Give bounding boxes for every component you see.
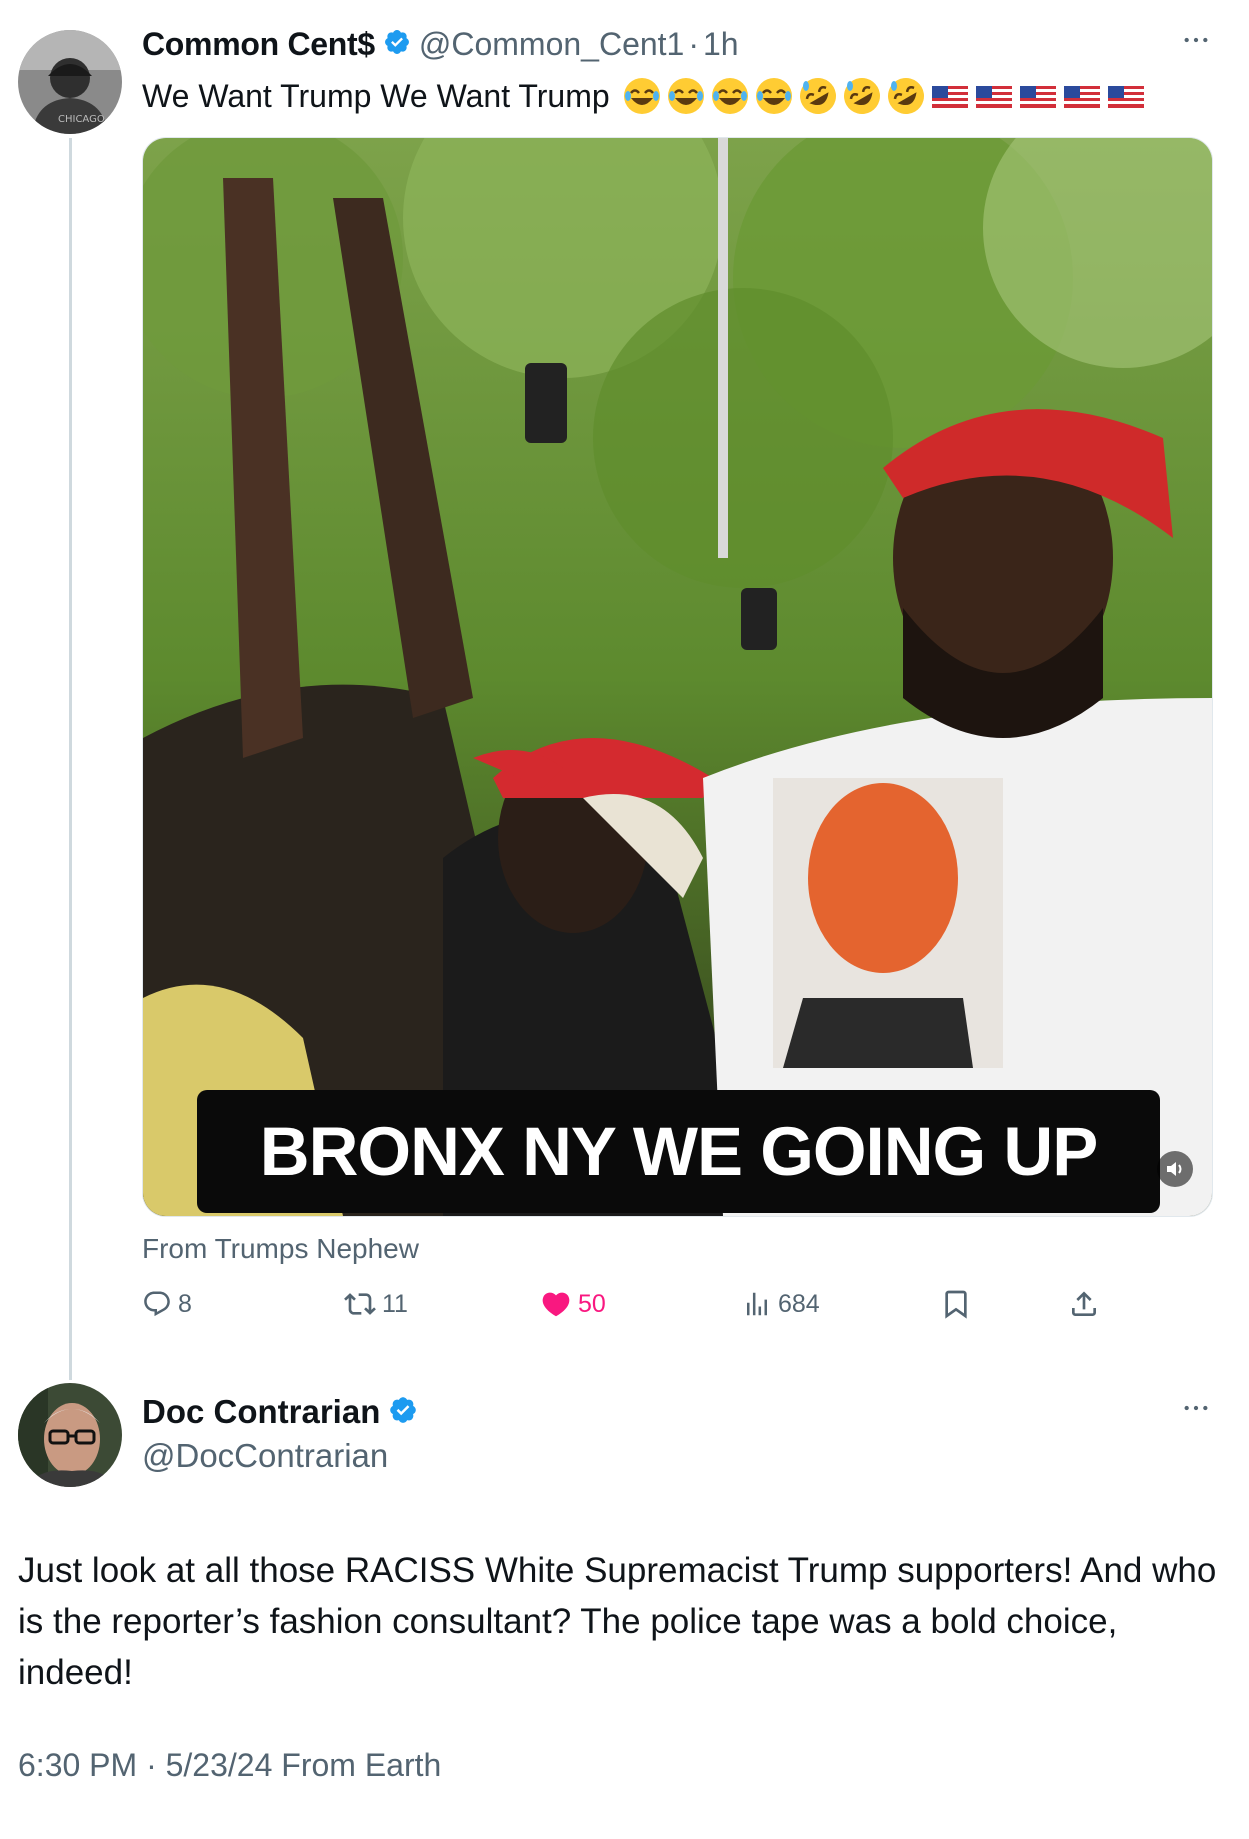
more-horizontal-icon xyxy=(1184,1405,1208,1411)
bookmark-button[interactable] xyxy=(940,1286,978,1322)
thread-connector-line xyxy=(69,138,72,1380)
separator-dot: · xyxy=(688,25,699,62)
post-time[interactable]: 1h xyxy=(703,26,739,63)
reply-timestamp[interactable]: 6:30 PM · 5/23/24 From Earth xyxy=(18,1747,441,1784)
joy-emoji-icon xyxy=(667,78,704,114)
repost-button[interactable]: 11 xyxy=(344,1286,408,1322)
reply-button[interactable]: 8 xyxy=(142,1286,192,1322)
joy-emoji-icon xyxy=(755,78,792,114)
joy-emoji-icon xyxy=(711,78,748,114)
views-icon xyxy=(747,1292,767,1316)
mute-button[interactable] xyxy=(1157,1151,1193,1187)
avatar-common-cent[interactable]: CHICAGO xyxy=(18,30,122,134)
tweet-text: We Want Trump We Want Trump xyxy=(142,78,610,114)
author-handle[interactable]: @Common_Cent1 xyxy=(419,26,684,63)
repost-count: 11 xyxy=(382,1289,408,1318)
us-flag-emoji-icon xyxy=(1107,86,1144,108)
share-icon xyxy=(1072,1291,1096,1316)
heart-icon xyxy=(542,1292,570,1317)
video-source-label[interactable]: From Trumps Nephew xyxy=(142,1233,419,1265)
rofl-emoji-icon xyxy=(799,78,836,114)
emoji-row xyxy=(620,76,1146,116)
video-frame-image xyxy=(143,138,1212,1216)
reply-count: 8 xyxy=(178,1289,192,1318)
reply-icon xyxy=(144,1291,170,1317)
joy-emoji-icon xyxy=(623,78,660,114)
like-button[interactable]: 50 xyxy=(540,1286,606,1322)
video-caption: BRONX NY WE GOING UP xyxy=(259,1113,1098,1190)
verified-badge-icon xyxy=(388,1395,418,1430)
like-count: 50 xyxy=(578,1289,606,1318)
us-flag-emoji-icon xyxy=(1019,86,1056,108)
author-name[interactable]: Common Cent$ xyxy=(142,26,375,63)
us-flag-emoji-icon xyxy=(975,86,1012,108)
bookmark-icon xyxy=(945,1290,967,1319)
svg-text:CHICAGO: CHICAGO xyxy=(58,114,105,125)
views-button[interactable]: 684 xyxy=(742,1286,820,1322)
us-flag-emoji-icon xyxy=(1063,86,1100,108)
repost-icon xyxy=(344,1293,376,1315)
us-flag-emoji-icon xyxy=(931,86,968,108)
avatar-doc-contrarian[interactable] xyxy=(18,1383,122,1487)
more-horizontal-icon xyxy=(1184,37,1208,43)
views-count: 684 xyxy=(778,1289,820,1318)
reply-more-options-button[interactable] xyxy=(1180,1392,1212,1432)
more-options-button[interactable] xyxy=(1180,24,1212,64)
rofl-emoji-icon xyxy=(887,78,924,114)
reply-text: Just look at all those RACISS White Supr… xyxy=(18,1551,1217,1692)
rofl-emoji-icon xyxy=(843,78,880,114)
reply-author-handle[interactable]: @DocContrarian xyxy=(142,1437,388,1475)
video-player[interactable] xyxy=(142,137,1213,1217)
verified-badge-icon xyxy=(383,28,411,61)
reply-author-name[interactable]: Doc Contrarian xyxy=(142,1393,380,1431)
volume-icon xyxy=(1167,1162,1182,1176)
share-button[interactable] xyxy=(1068,1286,1106,1322)
